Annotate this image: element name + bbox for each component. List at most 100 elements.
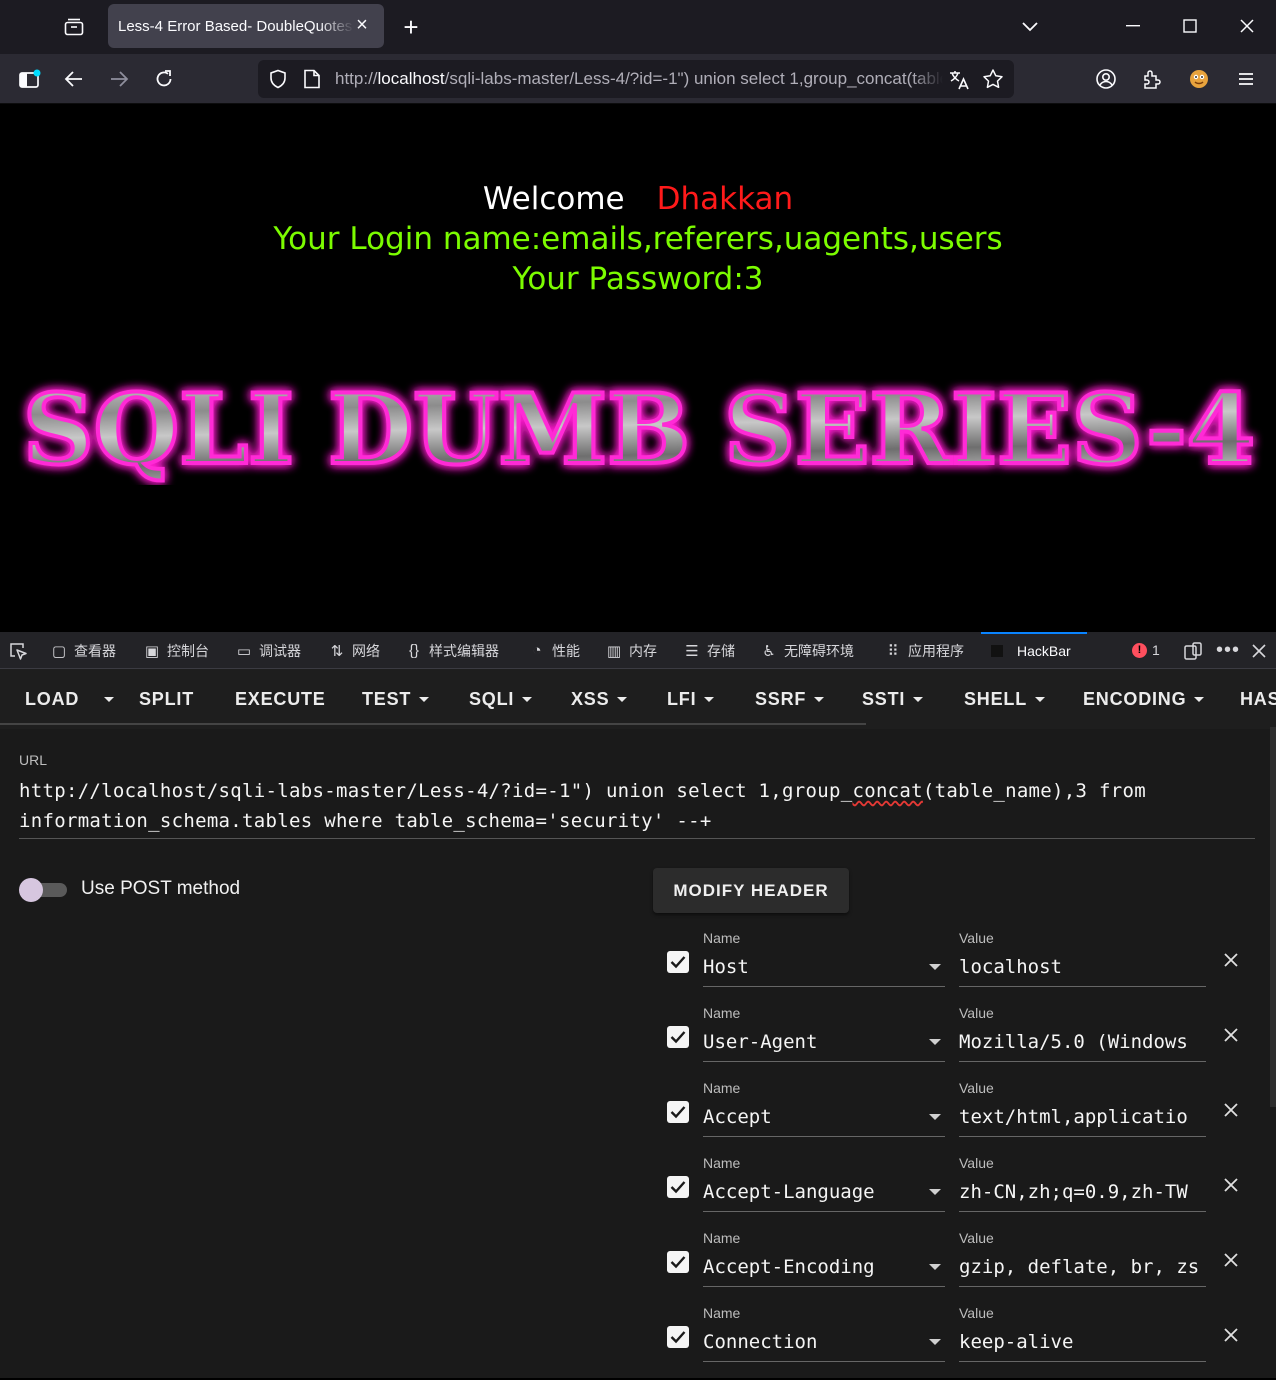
tab-list-icon[interactable] <box>56 10 92 44</box>
sqli-menu[interactable]: SQLI <box>469 669 533 729</box>
tab-application[interactable]: ⠿ 应用程序 <box>884 632 965 669</box>
menu-icon[interactable] <box>1230 63 1262 95</box>
scrollbar[interactable] <box>1270 727 1276 1107</box>
header-name-select[interactable]: Accept-Language <box>703 1181 945 1203</box>
header-value-input[interactable]: zh-CN,zh;q=0.9,zh-TW <box>959 1181 1206 1203</box>
url-textarea[interactable]: http://localhost/sqli-labs-master/Less-4… <box>19 776 1255 836</box>
remove-header-icon[interactable] <box>1221 1100 1241 1120</box>
tab-inspector[interactable]: ▢ 查看器 <box>50 632 116 669</box>
debugger-icon: ▭ <box>236 642 252 660</box>
header-checkbox[interactable] <box>667 951 689 973</box>
hackbar-extension-icon[interactable] <box>1183 63 1215 95</box>
remove-header-icon[interactable] <box>1221 1025 1241 1045</box>
caret-down-icon[interactable] <box>929 1114 941 1120</box>
modify-header-button[interactable]: MODIFY HEADER <box>653 868 849 913</box>
tab-memory[interactable]: ▥ 内存 <box>605 632 657 669</box>
tab-style-editor[interactable]: {} 样式编辑器 <box>405 632 499 669</box>
tab-network[interactable]: ⇅ 网络 <box>328 632 380 669</box>
url-text[interactable]: http://localhost/sqli-labs-master/Less-4… <box>335 69 943 89</box>
bookmark-star-icon[interactable] <box>982 68 1004 95</box>
load-button[interactable]: LOAD <box>25 669 79 729</box>
header-value-input[interactable]: localhost <box>959 956 1206 978</box>
back-icon[interactable] <box>58 63 90 95</box>
element-picker-icon[interactable] <box>8 632 28 669</box>
header-name-select[interactable]: User-Agent <box>703 1031 945 1053</box>
close-window-icon[interactable] <box>1227 10 1267 42</box>
remove-header-icon[interactable] <box>1221 950 1241 970</box>
close-tab-icon[interactable]: × <box>352 15 372 35</box>
value-underline <box>959 1361 1206 1362</box>
caret-down-icon <box>104 696 114 702</box>
header-value-input[interactable]: Mozilla/5.0 (Windows <box>959 1031 1206 1053</box>
post-method-toggle[interactable] <box>19 878 67 902</box>
caret-down-icon[interactable] <box>929 1039 941 1045</box>
header-checkbox[interactable] <box>667 1251 689 1273</box>
split-button[interactable]: SPLIT <box>139 669 194 729</box>
ssrf-menu[interactable]: SSRF <box>755 669 825 729</box>
minimize-icon[interactable] <box>1113 10 1153 42</box>
welcome-line: Welcome Dhakkan <box>0 181 1276 217</box>
error-count-badge[interactable]: ! 1 <box>1132 642 1160 658</box>
account-icon[interactable] <box>1090 63 1122 95</box>
tab-debugger[interactable]: ▭ 调试器 <box>235 632 301 669</box>
caret-down-icon[interactable] <box>929 964 941 970</box>
tab-hackbar[interactable]: HackBar <box>981 632 1087 669</box>
value-underline <box>959 1061 1206 1062</box>
caret-down-icon <box>419 696 430 702</box>
translate-icon[interactable] <box>948 69 970 96</box>
tab-console[interactable]: ▣ 控制台 <box>143 632 209 669</box>
hashing-menu[interactable]: HAS <box>1240 669 1276 729</box>
page-icon[interactable] <box>303 69 321 94</box>
shield-icon[interactable] <box>268 69 288 94</box>
new-tab-icon[interactable]: + <box>396 12 426 42</box>
tab-storage[interactable]: ☰ 存储 <box>683 632 735 669</box>
header-value-input[interactable]: gzip, deflate, br, zs <box>959 1256 1206 1278</box>
encoding-menu[interactable]: ENCODING <box>1083 669 1205 729</box>
more-options-icon[interactable]: ••• <box>1216 632 1240 669</box>
reload-icon[interactable] <box>148 63 180 95</box>
tab-performance[interactable]: ◔ 性能 <box>528 632 580 669</box>
header-name-select[interactable]: Accept <box>703 1106 945 1128</box>
url-bar[interactable]: http://localhost/sqli-labs-master/Less-4… <box>258 60 1014 98</box>
name-label: Name <box>703 1005 741 1021</box>
caret-down-icon[interactable] <box>929 1264 941 1270</box>
maximize-icon[interactable] <box>1170 10 1210 42</box>
lfi-menu[interactable]: LFI <box>667 669 715 729</box>
header-checkbox[interactable] <box>667 1326 689 1348</box>
load-dropdown-button[interactable] <box>96 669 114 729</box>
test-menu[interactable]: TEST <box>362 669 430 729</box>
url-label: URL <box>19 752 48 768</box>
name-underline <box>703 1286 945 1287</box>
forward-icon[interactable] <box>103 63 135 95</box>
shell-menu[interactable]: SHELL <box>964 669 1046 729</box>
header-checkbox[interactable] <box>667 1026 689 1048</box>
xss-menu[interactable]: XSS <box>571 669 628 729</box>
memory-icon: ▥ <box>606 642 622 660</box>
banner-text: SQLI DUMB SERIES-4 <box>23 375 1255 485</box>
remove-header-icon[interactable] <box>1221 1250 1241 1270</box>
sidebar-icon[interactable] <box>14 63 46 95</box>
caret-down-icon[interactable] <box>929 1339 941 1345</box>
caret-down-icon <box>1194 696 1205 702</box>
responsive-mode-icon[interactable] <box>1183 632 1203 669</box>
tab-accessibility[interactable]: ♿ 无障碍环境 <box>760 632 854 669</box>
execute-button[interactable]: EXECUTE <box>235 669 326 729</box>
extensions-icon[interactable] <box>1136 63 1168 95</box>
header-value-input[interactable]: text/html,applicatio <box>959 1106 1206 1128</box>
remove-header-icon[interactable] <box>1221 1325 1241 1345</box>
ssti-menu[interactable]: SSTI <box>862 669 924 729</box>
close-devtools-icon[interactable] <box>1251 632 1267 669</box>
caret-down-icon[interactable] <box>929 1189 941 1195</box>
browser-tab[interactable]: Less-4 Error Based- DoubleQuotes- String… <box>108 4 384 48</box>
header-checkbox[interactable] <box>667 1176 689 1198</box>
toggle-thumb <box>19 878 43 902</box>
header-value-input[interactable]: keep-alive <box>959 1331 1206 1353</box>
header-name-select[interactable]: Accept-Encoding <box>703 1256 945 1278</box>
chevron-down-icon[interactable] <box>1015 14 1045 40</box>
value-underline <box>959 986 1206 987</box>
value-label: Value <box>959 1155 994 1171</box>
header-name-select[interactable]: Connection <box>703 1331 945 1353</box>
header-name-select[interactable]: Host <box>703 956 945 978</box>
header-checkbox[interactable] <box>667 1101 689 1123</box>
remove-header-icon[interactable] <box>1221 1175 1241 1195</box>
